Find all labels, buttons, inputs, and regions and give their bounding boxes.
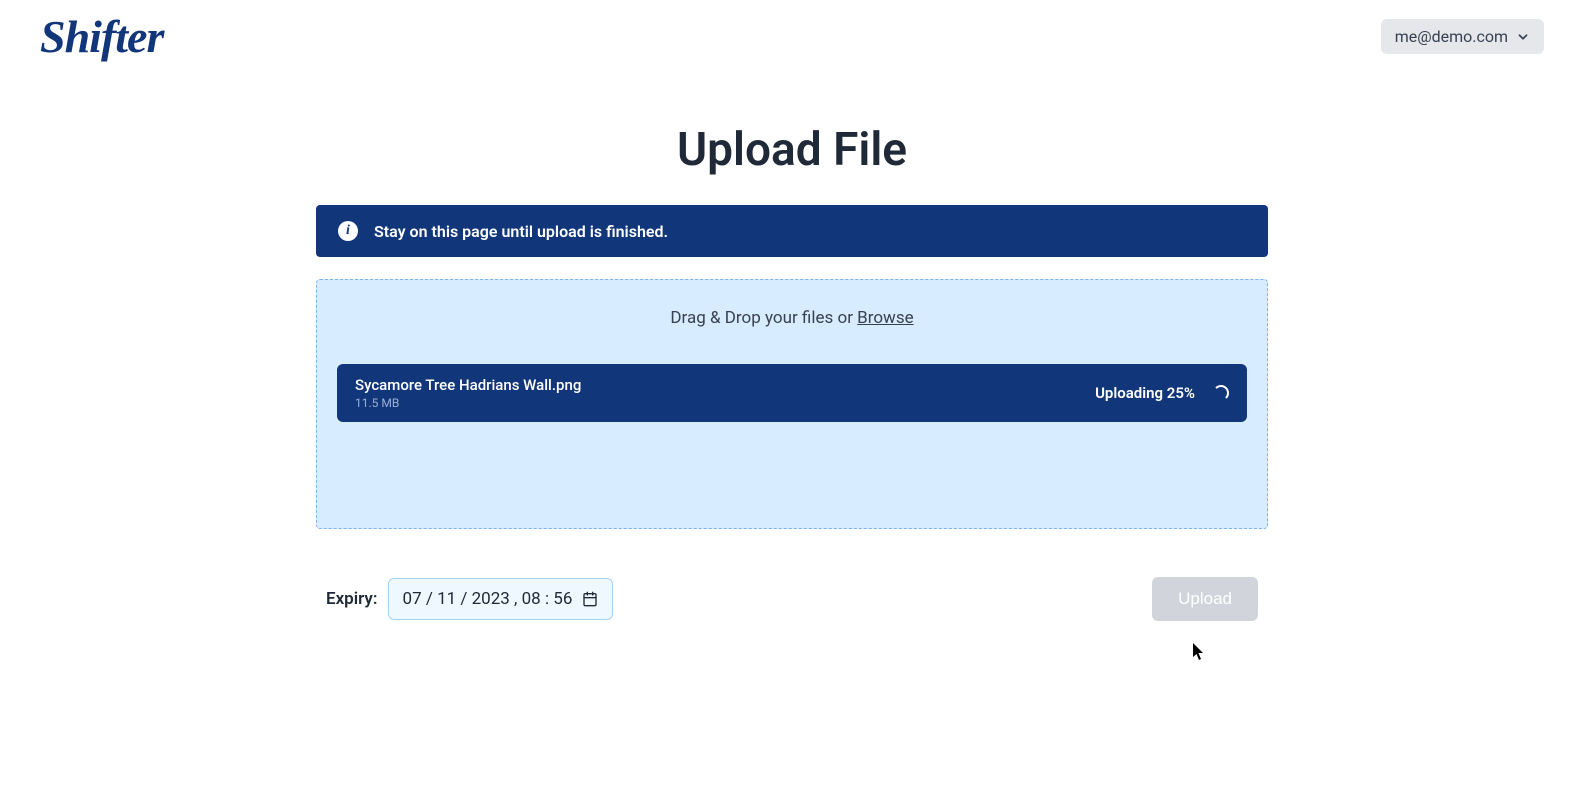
dropzone-instructions: Drag & Drop your files or Browse (337, 308, 1247, 328)
expiry-label: Expiry: (326, 589, 378, 609)
user-email: me@demo.com (1395, 27, 1508, 46)
expiry-datetime-input[interactable]: 07 / 11 / 2023 , 08 : 56 (388, 578, 614, 620)
info-banner-text: Stay on this page until upload is finish… (374, 222, 668, 241)
browse-link[interactable]: Browse (857, 308, 913, 328)
spinner-icon (1213, 385, 1229, 401)
dropzone-prefix: Drag & Drop your files or (670, 308, 857, 328)
file-size: 11.5 MB (355, 396, 581, 410)
user-dropdown[interactable]: me@demo.com (1381, 19, 1544, 54)
file-name: Sycamore Tree Hadrians Wall.png (355, 376, 581, 394)
page-title: Upload File (316, 123, 1268, 177)
info-icon: i (338, 221, 358, 241)
upload-button[interactable]: Upload (1152, 577, 1258, 621)
expiry-value: 07 / 11 / 2023 , 08 : 56 (403, 589, 573, 609)
upload-status: Uploading 25% (1095, 384, 1195, 402)
file-dropzone[interactable]: Drag & Drop your files or Browse Sycamor… (316, 279, 1268, 529)
logo[interactable]: Shifter (40, 10, 163, 63)
info-banner: i Stay on this page until upload is fini… (316, 205, 1268, 257)
calendar-icon (582, 591, 598, 607)
file-upload-item: Sycamore Tree Hadrians Wall.png 11.5 MB … (337, 364, 1247, 422)
chevron-down-icon (1516, 30, 1530, 44)
cursor-icon (1193, 643, 1207, 665)
